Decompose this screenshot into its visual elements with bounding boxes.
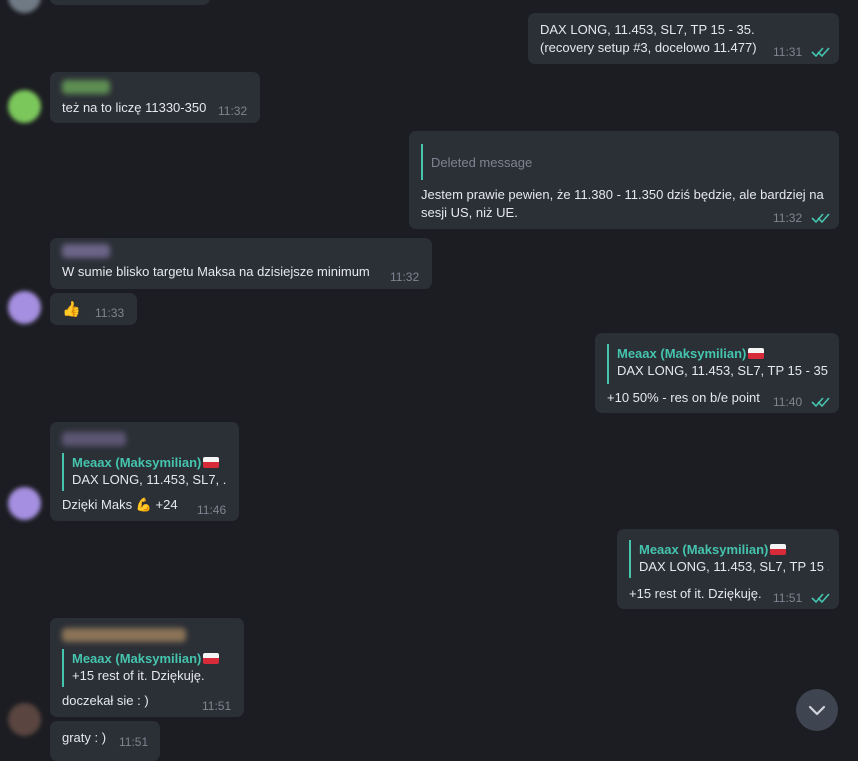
- avatar[interactable]: [8, 291, 41, 324]
- sender-name[interactable]: [62, 244, 110, 258]
- message-bubble-outgoing[interactable]: Deleted message Jestem prawie pewien, że…: [409, 131, 839, 229]
- message-bubble-incoming[interactable]: Meaax (Maksymilian) DAX LONG, 11.453, SL…: [50, 422, 239, 521]
- message-text: (recovery setup #3, docelowo 11.477): [540, 40, 757, 55]
- scroll-down-button[interactable]: [796, 689, 838, 731]
- poland-flag-icon: [203, 456, 220, 468]
- quote-sender-name: Meaax (Maksymilian): [72, 649, 232, 667]
- avatar[interactable]: [8, 487, 41, 520]
- message-text: +10 50% - res on b/e point: [607, 390, 760, 405]
- reply-quote[interactable]: Meaax (Maksymilian) DAX LONG, 11.453, SL…: [62, 453, 227, 491]
- quote-sender-name: Meaax (Maksymilian): [617, 344, 829, 362]
- double-check-icon: [811, 212, 831, 224]
- sender-name[interactable]: [62, 432, 126, 446]
- message-time: 11:32: [390, 270, 420, 284]
- message-time: 11:51: [119, 735, 149, 749]
- quote-sender-name: Meaax (Maksymilian): [72, 453, 227, 471]
- message-time: 11:51: [773, 591, 803, 605]
- message-text: Jestem prawie pewien, że 11.380 - 11.350…: [421, 187, 824, 220]
- message-text: W sumie blisko targetu Maksa na dzisiejs…: [62, 264, 370, 279]
- sender-name[interactable]: [62, 80, 110, 94]
- message-bubble-incoming[interactable]: Meaax (Maksymilian) +15 rest of it. Dzię…: [50, 618, 244, 717]
- message-text: też na to liczę 11330-350: [62, 100, 207, 115]
- message-bubble-outgoing[interactable]: DAX LONG, 11.453, SL7, TP 15 - 35. (reco…: [528, 13, 839, 64]
- quote-text: DAX LONG, 11.453, SL7, TP 15 ...: [639, 559, 829, 574]
- message-bubble-outgoing[interactable]: Meaax (Maksymilian) DAX LONG, 11.453, SL…: [617, 529, 839, 609]
- sender-name[interactable]: [62, 628, 186, 642]
- message-bubble-outgoing[interactable]: Meaax (Maksymilian) DAX LONG, 11.453, SL…: [595, 333, 839, 413]
- flexed-biceps-icon: 💪: [135, 497, 152, 512]
- message-bubble-incoming[interactable]: W sumie blisko targetu Maksa na dzisiejs…: [50, 238, 432, 289]
- quote-text: DAX LONG, 11.453, SL7, ...: [72, 472, 227, 487]
- reply-quote[interactable]: Meaax (Maksymilian) DAX LONG, 11.453, SL…: [629, 540, 829, 578]
- message-time: 11:31: [773, 45, 803, 59]
- double-check-icon: [811, 46, 831, 58]
- reply-quote[interactable]: Meaax (Maksymilian) +15 rest of it. Dzię…: [62, 649, 232, 687]
- quote-text: +15 rest of it. Dziękuję.: [72, 668, 205, 683]
- avatar[interactable]: [8, 90, 41, 123]
- message-time: 11:32: [773, 211, 803, 225]
- message-text: +15 rest of it. Dziękuję.: [629, 586, 762, 601]
- deleted-quote-text: Deleted message: [431, 154, 533, 170]
- message-time: 11:51: [202, 699, 232, 713]
- thumbs-up-icon: 👍: [62, 301, 81, 318]
- avatar[interactable]: [8, 703, 41, 736]
- avatar[interactable]: [8, 0, 41, 13]
- message-time: 11:33: [95, 306, 125, 320]
- message-time: 11:46: [197, 503, 227, 517]
- poland-flag-icon: [203, 652, 220, 664]
- message-bubble-incoming[interactable]: też na to liczę 11330-350 11:32: [50, 72, 260, 123]
- message-bubble-incoming[interactable]: 👍 11:33: [50, 293, 137, 325]
- chevron-down-icon: [808, 705, 826, 716]
- message-text: Dzięki Maks 💪 +24: [62, 497, 178, 512]
- message-bubble-clipped[interactable]: [50, 0, 210, 5]
- message-time: 11:32: [218, 104, 248, 118]
- message-time: 11:40: [773, 395, 803, 409]
- message-text: doczekał sie : ): [62, 693, 149, 708]
- message-text: DAX LONG, 11.453, SL7, TP 15 - 35.: [540, 22, 755, 37]
- quote-text: DAX LONG, 11.453, SL7, TP 15 - 35....: [617, 363, 829, 378]
- poland-flag-icon: [770, 543, 787, 555]
- reply-quote[interactable]: Deleted message: [421, 144, 532, 180]
- double-check-icon: [811, 396, 831, 408]
- quote-sender-name: Meaax (Maksymilian): [639, 540, 829, 558]
- double-check-icon: [811, 592, 831, 604]
- reply-quote[interactable]: Meaax (Maksymilian) DAX LONG, 11.453, SL…: [607, 344, 829, 384]
- message-text: graty : ): [62, 730, 107, 745]
- message-bubble-incoming[interactable]: graty : ) 11:51: [50, 721, 160, 761]
- poland-flag-icon: [748, 347, 765, 359]
